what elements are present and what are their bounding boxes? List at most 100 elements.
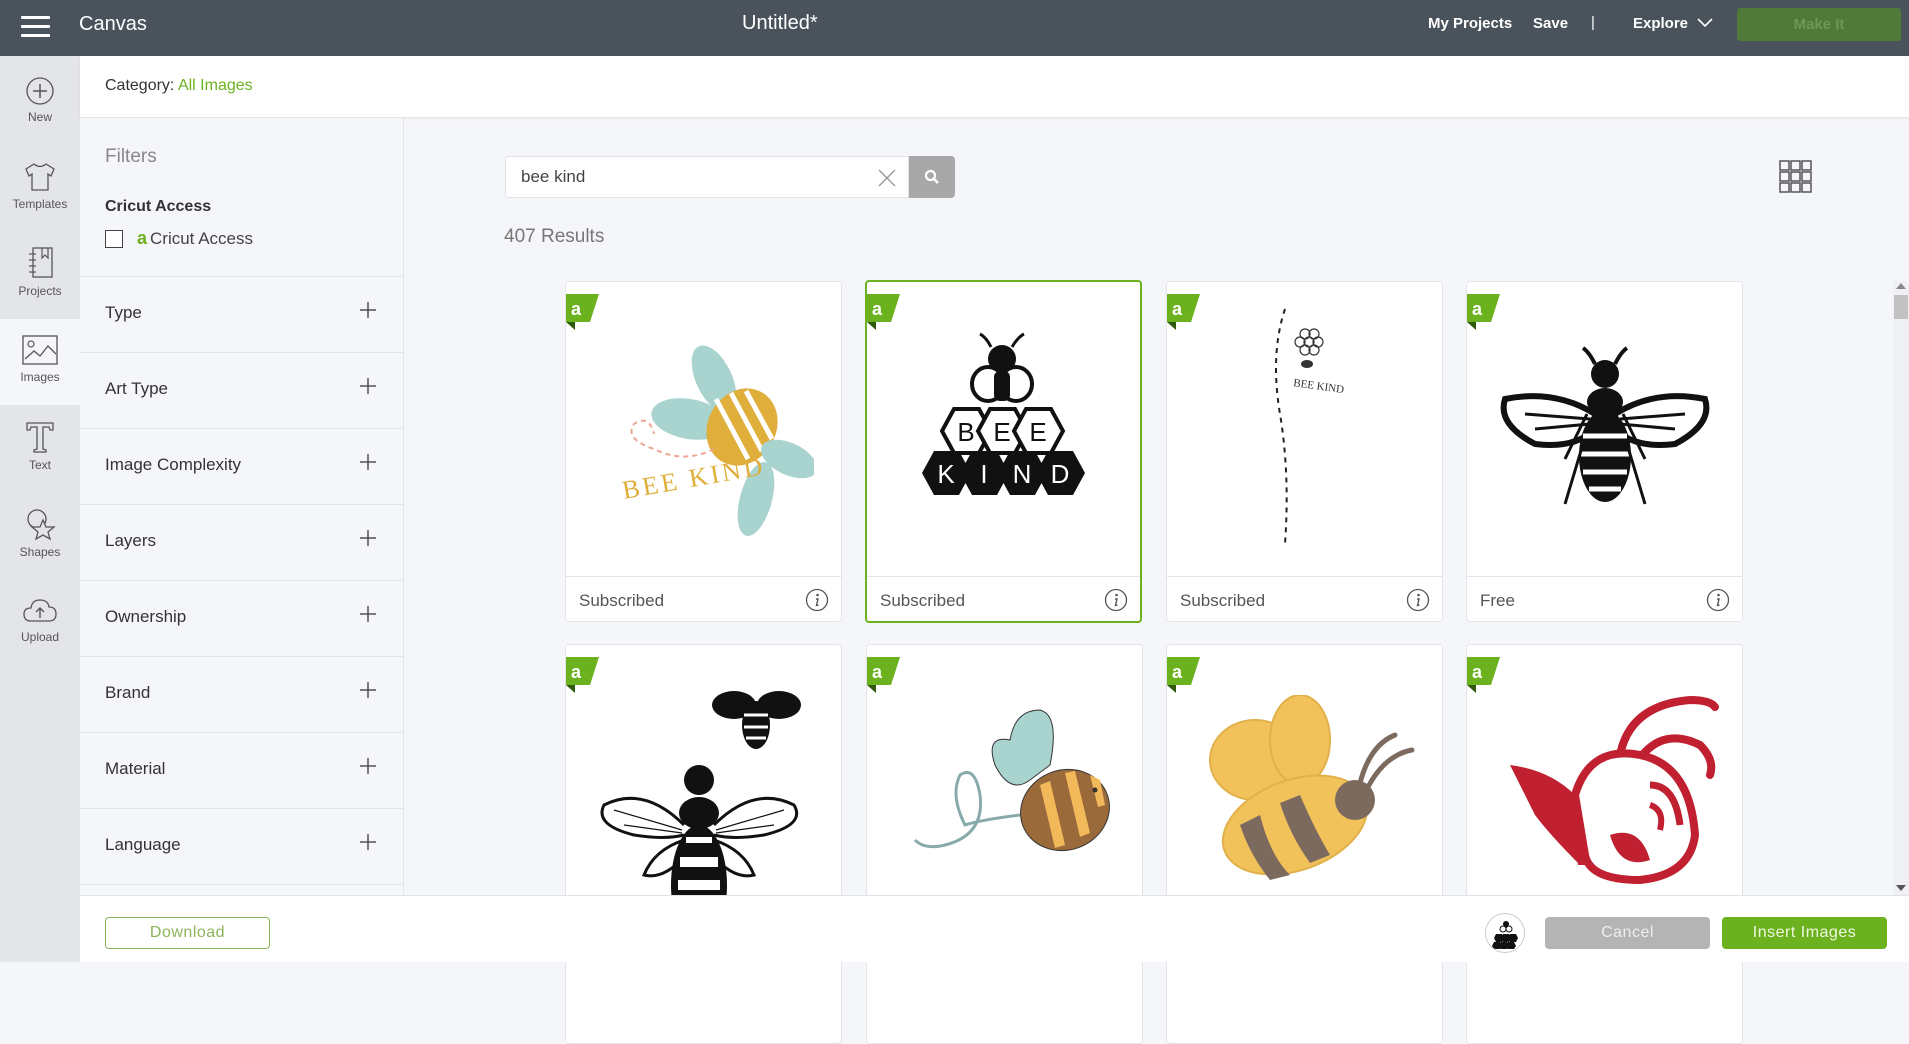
save-link[interactable]: Save — [1533, 15, 1568, 32]
image-card[interactable]: a — [565, 644, 842, 1044]
rail-item-projects[interactable]: Projects — [0, 232, 80, 318]
insert-images-button[interactable]: Insert Images — [1722, 917, 1887, 949]
svg-text:BEE KIND: BEE KIND — [1292, 377, 1344, 396]
svg-text:I: I — [980, 459, 987, 489]
plus-icon[interactable] — [359, 453, 377, 471]
svg-text:a: a — [872, 662, 883, 682]
cricut-access-badge-icon: a — [867, 657, 900, 693]
info-icon[interactable] — [1406, 588, 1430, 612]
image-card[interactable]: a BEE KIND Subscribed — [865, 280, 1142, 623]
filter-group-material[interactable]: Material — [80, 733, 403, 809]
cricut-access-option-label: Cricut Access — [150, 228, 253, 248]
plus-icon[interactable] — [359, 833, 377, 851]
cricut-access-option[interactable]: a Cricut Access — [105, 228, 253, 249]
scroll-thumb[interactable] — [1894, 295, 1908, 319]
filter-group-ownership[interactable]: Ownership — [80, 581, 403, 657]
rail-label: Upload — [20, 630, 60, 644]
plus-icon[interactable] — [359, 301, 377, 319]
cricut-access-checkbox[interactable] — [105, 229, 123, 248]
shapes-icon — [27, 509, 56, 541]
scroll-down-arrow-icon[interactable] — [1896, 885, 1906, 891]
cricut-access-logo-icon: a — [137, 228, 148, 248]
card-footer: Free — [1467, 576, 1742, 621]
rail-item-text[interactable]: Text — [0, 406, 80, 492]
grid-view-icon[interactable] — [1779, 160, 1812, 193]
card-footer: Subscribed — [867, 576, 1140, 621]
filter-group-art-type[interactable]: Art Type — [80, 353, 403, 429]
card-status: Subscribed — [1180, 591, 1266, 610]
search-button[interactable] — [909, 156, 955, 198]
image-card[interactable]: a Free — [1466, 281, 1743, 622]
filter-group-label: Type — [105, 303, 142, 322]
search-input[interactable] — [521, 157, 861, 197]
svg-text:a: a — [872, 299, 883, 319]
selected-image-thumbnail[interactable] — [1485, 913, 1525, 953]
make-it-button[interactable]: Make It — [1737, 8, 1901, 41]
card-footer: Subscribed — [566, 576, 841, 621]
rail-label: New — [27, 110, 52, 124]
app-title: Canvas — [79, 13, 147, 35]
filter-group-label: Ownership — [105, 607, 187, 626]
svg-text:a: a — [1172, 299, 1183, 319]
svg-text:N: N — [1012, 459, 1031, 489]
search-field — [505, 156, 909, 198]
clear-search-icon[interactable] — [878, 169, 896, 187]
chevron-down-icon[interactable] — [1697, 16, 1713, 30]
category-value-link[interactable]: All Images — [178, 77, 253, 94]
rail-item-new[interactable]: New — [0, 58, 80, 144]
svg-text:K: K — [937, 459, 955, 489]
image-card[interactable]: a — [1166, 644, 1443, 1044]
image-card[interactable]: a BEE KIND Subscribed — [565, 281, 842, 622]
cloud-upload-icon — [23, 599, 57, 622]
plus-icon[interactable] — [359, 605, 377, 623]
svg-text:D: D — [1050, 459, 1069, 489]
rail-item-shapes[interactable]: Shapes — [0, 493, 80, 579]
card-status: Subscribed — [579, 591, 665, 610]
rail-label: Projects — [18, 284, 62, 298]
filter-group-label: Image Complexity — [105, 455, 242, 474]
filter-group-label: Language — [105, 835, 181, 854]
rail-item-upload[interactable]: Upload — [0, 580, 80, 666]
rail-item-templates[interactable]: Templates — [0, 145, 80, 231]
svg-text:a: a — [1472, 299, 1483, 319]
plus-icon[interactable] — [359, 681, 377, 699]
left-rail: New Templates Projects Images Text Shape… — [0, 56, 80, 962]
image-card[interactable]: a — [1466, 644, 1743, 1044]
hamburger-menu-icon[interactable] — [21, 16, 50, 38]
plus-icon[interactable] — [359, 377, 377, 395]
cancel-button[interactable]: Cancel — [1545, 917, 1710, 949]
info-icon[interactable] — [805, 588, 829, 612]
cricut-access-badge-icon: a — [867, 294, 900, 330]
rail-label: Text — [28, 458, 51, 472]
filter-group-label: Material — [105, 759, 166, 778]
plus-icon[interactable] — [359, 529, 377, 547]
filter-group-layers[interactable]: Layers — [80, 505, 403, 581]
card-footer: Subscribed — [1167, 576, 1442, 621]
svg-text:a: a — [571, 662, 582, 682]
cricut-access-heading: Cricut Access — [105, 198, 212, 215]
plus-icon[interactable] — [359, 757, 377, 775]
rail-item-images[interactable]: Images — [0, 319, 80, 405]
filter-group-brand[interactable]: Brand — [80, 657, 403, 733]
results-scrollbar[interactable] — [1893, 281, 1909, 895]
notebook-icon — [29, 247, 53, 278]
svg-text:E: E — [993, 417, 1010, 447]
cricut-access-badge-icon: a — [566, 294, 599, 330]
explore-menu[interactable]: Explore — [1633, 15, 1688, 32]
filter-group-language[interactable]: Language — [80, 809, 403, 885]
download-button[interactable]: Download — [105, 917, 270, 949]
image-card[interactable]: a BEE KIND Subscribed — [1166, 281, 1443, 622]
filter-group-image-complexity[interactable]: Image Complexity — [80, 429, 403, 505]
filter-group-label: Art Type — [105, 379, 168, 398]
info-icon[interactable] — [1706, 588, 1730, 612]
scroll-up-arrow-icon[interactable] — [1896, 283, 1906, 289]
filter-group-type[interactable]: Type — [80, 277, 403, 353]
my-projects-link[interactable]: My Projects — [1428, 15, 1512, 32]
document-title[interactable]: Untitled* — [742, 12, 818, 35]
image-card[interactable]: a — [866, 644, 1143, 1044]
info-icon[interactable] — [1104, 588, 1128, 612]
text-icon — [26, 422, 54, 453]
cricut-access-badge-icon: a — [1167, 657, 1200, 693]
bee-kind-pastel-bee-image: BEE KIND — [566, 282, 841, 576]
cricut-access-badge-icon: a — [566, 657, 599, 693]
